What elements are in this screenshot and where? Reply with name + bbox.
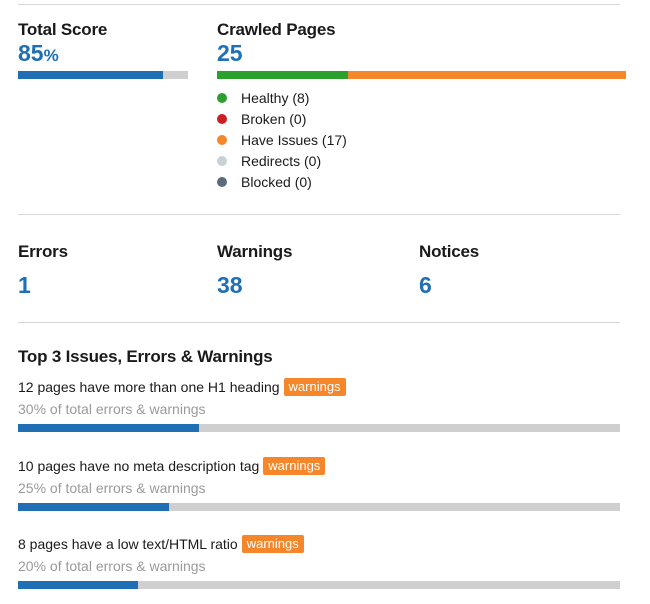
issue-title[interactable]: 12 pages have more than one H1 heading wa… — [18, 378, 346, 396]
issue-title[interactable]: 8 pages have a low text/HTML ratio warnin… — [18, 535, 304, 553]
total-score-number: 85 — [18, 40, 44, 66]
notices-count[interactable]: 6 — [419, 272, 432, 299]
legend-dot-icon — [217, 93, 227, 103]
top-issues-title: Top 3 Issues, Errors & Warnings — [18, 347, 273, 366]
issue-bar-fill — [18, 503, 169, 511]
issue-share: 25% of total errors & warnings — [18, 480, 206, 496]
legend-label: Healthy (8) — [241, 90, 310, 106]
total-score-value: 85% — [18, 40, 59, 67]
total-score-bar — [18, 71, 188, 79]
issue-bar — [18, 581, 620, 589]
issue-text: 8 pages have a low text/HTML ratio — [18, 536, 238, 552]
legend-item[interactable]: Healthy (8) — [217, 88, 309, 108]
issue-share: 30% of total errors & warnings — [18, 401, 206, 417]
legend-item[interactable]: Have Issues (17) — [217, 130, 347, 150]
issue-badge: warnings — [263, 457, 326, 475]
crawled-pages-bar — [217, 71, 626, 79]
issue-bar — [18, 503, 620, 511]
legend-dot-icon — [217, 114, 227, 124]
legend-label: Have Issues (17) — [241, 132, 347, 148]
warnings-count[interactable]: 38 — [217, 272, 243, 299]
total-score-unit: % — [43, 46, 59, 65]
total-score-bar-fill — [18, 71, 163, 79]
crawled-pages-value: 25 — [217, 40, 243, 66]
issue-bar-fill — [18, 424, 199, 432]
legend-item[interactable]: Redirects (0) — [217, 151, 321, 171]
legend-dot-icon — [217, 135, 227, 145]
total-score-label: Total Score — [18, 20, 108, 39]
legend-item[interactable]: Broken (0) — [217, 109, 306, 129]
legend-label: Blocked (0) — [241, 174, 312, 190]
legend-dot-icon — [217, 177, 227, 187]
section-divider-2 — [18, 322, 620, 323]
issue-text: 12 pages have more than one H1 heading — [18, 379, 280, 395]
crawled-bar-segment-issues — [347, 71, 626, 79]
issue-bar — [18, 424, 620, 432]
notices-label: Notices — [419, 242, 480, 261]
section-divider-1 — [18, 214, 620, 215]
issue-bar-fill — [18, 581, 139, 589]
issue-share: 20% of total errors & warnings — [18, 558, 206, 574]
top-divider — [18, 4, 620, 5]
warnings-label: Warnings — [217, 242, 293, 261]
crawled-pages-label: Crawled Pages — [217, 20, 336, 39]
legend-label: Redirects (0) — [241, 153, 322, 169]
legend-dot-icon — [217, 156, 227, 166]
crawled-bar-segment-healthy — [217, 71, 348, 79]
issue-badge: warnings — [283, 378, 346, 396]
legend-label: Broken (0) — [241, 111, 307, 127]
legend-item[interactable]: Blocked (0) — [217, 172, 312, 192]
errors-label: Errors — [18, 242, 68, 261]
issue-text: 10 pages have no meta description tag — [18, 458, 260, 474]
issue-title[interactable]: 10 pages have no meta description tag war… — [18, 457, 326, 475]
issue-badge: warnings — [241, 535, 304, 553]
errors-count[interactable]: 1 — [18, 272, 31, 299]
